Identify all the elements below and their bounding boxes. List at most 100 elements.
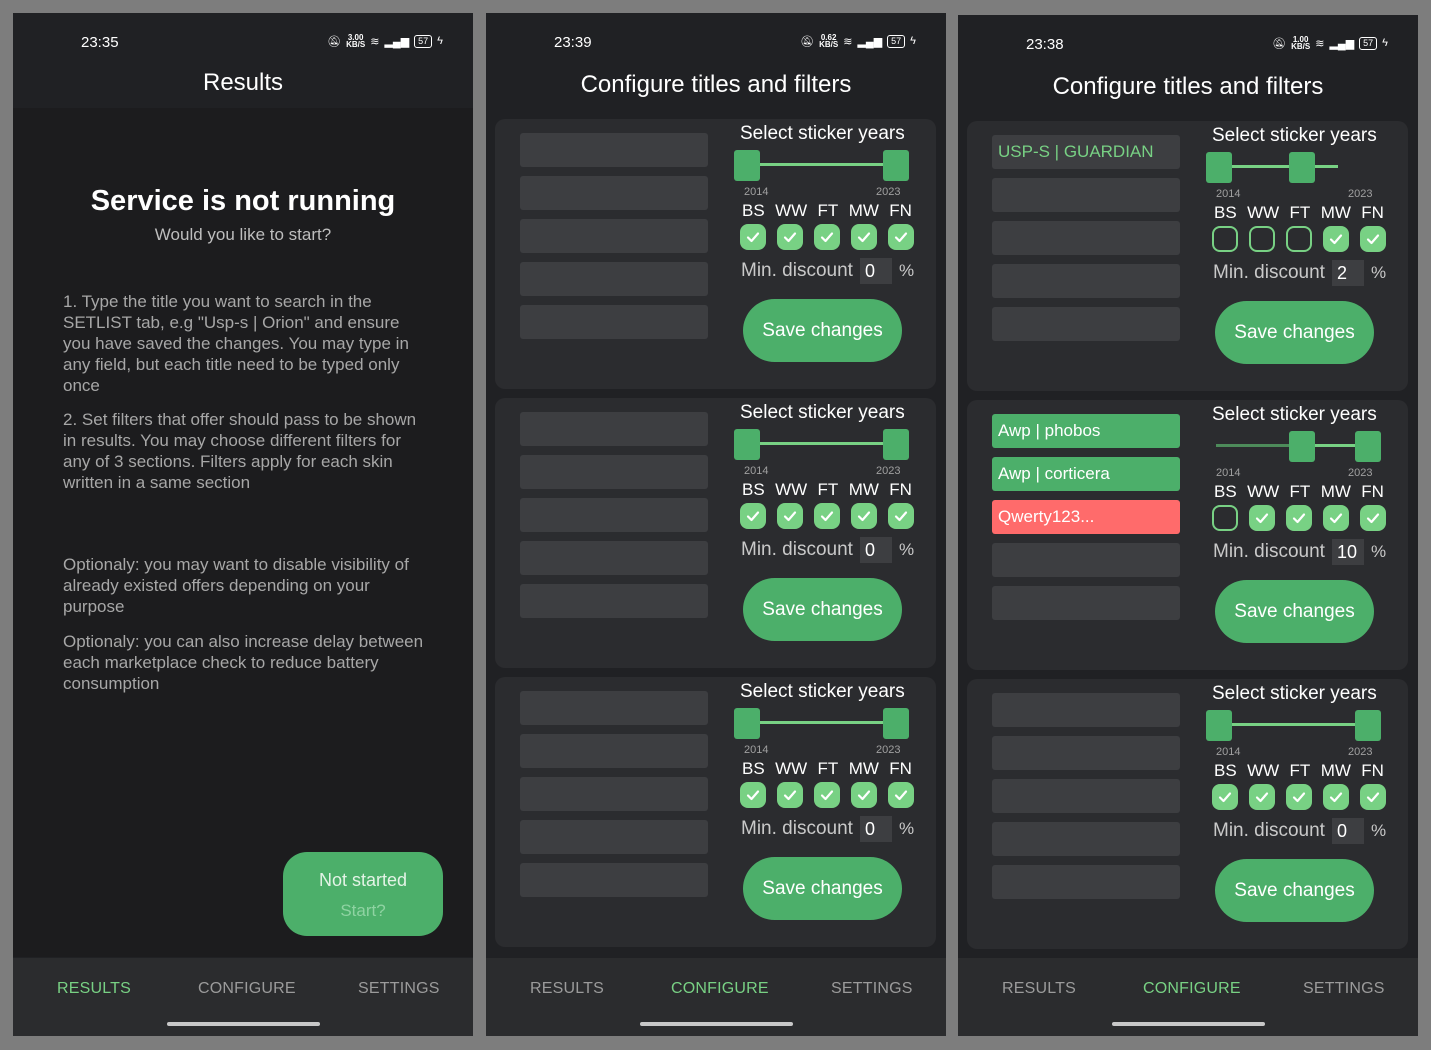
title-field[interactable] — [992, 221, 1180, 255]
tab-settings[interactable]: SETTINGS — [358, 980, 440, 998]
condition-checkbox-mw[interactable] — [1323, 226, 1349, 252]
title-field[interactable] — [992, 736, 1180, 770]
start-service-button[interactable]: Not started Start? — [283, 852, 443, 936]
title-field[interactable] — [520, 584, 708, 618]
title-field[interactable]: USP-S | GUARDIAN — [992, 135, 1180, 169]
title-field[interactable] — [992, 586, 1180, 620]
min-discount-input[interactable]: 10 — [1332, 539, 1364, 565]
title-field[interactable] — [992, 543, 1180, 577]
save-changes-button[interactable]: Save changes — [1215, 301, 1374, 364]
sticker-year-slider[interactable] — [734, 147, 909, 183]
condition-checkbox-fn[interactable] — [888, 503, 914, 529]
sticker-year-slider[interactable] — [734, 426, 909, 462]
title-field[interactable] — [520, 219, 708, 253]
title-field[interactable] — [520, 305, 708, 339]
min-discount-input[interactable]: 0 — [860, 258, 892, 284]
condition-checkbox-bs[interactable] — [740, 503, 766, 529]
tab-results[interactable]: RESULTS — [57, 980, 131, 998]
title-field[interactable] — [520, 498, 708, 532]
slider-handle-min[interactable] — [734, 150, 760, 181]
condition-checkbox-mw[interactable] — [851, 782, 877, 808]
title-field[interactable] — [992, 307, 1180, 341]
tab-settings[interactable]: SETTINGS — [1303, 980, 1385, 998]
title-field[interactable] — [520, 734, 708, 768]
condition-checkbox-mw[interactable] — [1323, 505, 1349, 531]
condition-checkbox-ww[interactable] — [777, 224, 803, 250]
condition-checkbox-fn[interactable] — [1360, 226, 1386, 252]
sticker-year-slider[interactable] — [1206, 149, 1381, 185]
slider-handle-min[interactable] — [1206, 152, 1232, 183]
save-changes-button[interactable]: Save changes — [743, 299, 902, 362]
title-field[interactable] — [992, 178, 1180, 212]
condition-checkbox-fn[interactable] — [888, 782, 914, 808]
save-changes-button[interactable]: Save changes — [743, 857, 902, 920]
slider-handle-min[interactable] — [734, 429, 760, 460]
slider-handle-max[interactable] — [883, 708, 909, 739]
title-field[interactable] — [520, 262, 708, 296]
condition-checkbox-mw[interactable] — [851, 224, 877, 250]
title-field[interactable] — [520, 820, 708, 854]
condition-checkbox-bs[interactable] — [1212, 784, 1238, 810]
min-discount-input[interactable]: 0 — [1332, 818, 1364, 844]
condition-checkbox-fn[interactable] — [1360, 784, 1386, 810]
title-field[interactable] — [520, 176, 708, 210]
title-field[interactable] — [992, 264, 1180, 298]
condition-checkbox-ww[interactable] — [1249, 784, 1275, 810]
slider-handle-max[interactable] — [883, 429, 909, 460]
slider-handle-max[interactable] — [1355, 710, 1381, 741]
title-field[interactable] — [520, 541, 708, 575]
title-field[interactable] — [520, 133, 708, 167]
tab-results[interactable]: RESULTS — [1002, 980, 1076, 998]
slider-handle-min[interactable] — [1289, 431, 1315, 462]
sticker-year-slider[interactable] — [734, 705, 909, 741]
title-field[interactable] — [520, 691, 708, 725]
condition-checkbox-mw[interactable] — [1323, 784, 1349, 810]
title-field[interactable] — [992, 779, 1180, 813]
title-field[interactable] — [992, 865, 1180, 899]
title-field[interactable] — [992, 693, 1180, 727]
title-field[interactable] — [520, 863, 708, 897]
condition-checkbox-ft[interactable] — [814, 503, 840, 529]
title-field[interactable]: Awp | corticera — [992, 457, 1180, 491]
condition-checkbox-bs[interactable] — [1212, 226, 1238, 252]
title-field[interactable]: Awp | phobos — [992, 414, 1180, 448]
condition-checkbox-fn[interactable] — [1360, 505, 1386, 531]
min-discount-input[interactable]: 2 — [1332, 260, 1364, 286]
condition-checkbox-ft[interactable] — [814, 224, 840, 250]
condition-checkbox-bs[interactable] — [1212, 505, 1238, 531]
condition-checkbox-ft[interactable] — [1286, 505, 1312, 531]
tab-configure[interactable]: CONFIGURE — [1143, 980, 1241, 998]
condition-checkbox-ww[interactable] — [1249, 505, 1275, 531]
tab-settings[interactable]: SETTINGS — [831, 980, 913, 998]
sticker-year-slider[interactable] — [1206, 428, 1381, 464]
condition-checkbox-ft[interactable] — [1286, 226, 1312, 252]
title-field[interactable] — [520, 455, 708, 489]
sticker-year-slider[interactable] — [1206, 707, 1381, 743]
title-field[interactable] — [520, 777, 708, 811]
condition-checkbox-ww[interactable] — [777, 503, 803, 529]
condition-checkbox-fn[interactable] — [888, 224, 914, 250]
min-discount-input[interactable]: 0 — [860, 537, 892, 563]
save-changes-button[interactable]: Save changes — [1215, 859, 1374, 922]
condition-checkbox-ft[interactable] — [814, 782, 840, 808]
title-field[interactable] — [992, 822, 1180, 856]
slider-handle-min[interactable] — [734, 708, 760, 739]
tab-configure[interactable]: CONFIGURE — [671, 980, 769, 998]
tab-configure[interactable]: CONFIGURE — [198, 980, 296, 998]
min-discount-input[interactable]: 0 — [860, 816, 892, 842]
title-field[interactable] — [520, 412, 708, 446]
condition-checkbox-bs[interactable] — [740, 224, 766, 250]
condition-checkbox-ww[interactable] — [1249, 226, 1275, 252]
save-changes-button[interactable]: Save changes — [743, 578, 902, 641]
tab-results[interactable]: RESULTS — [530, 980, 604, 998]
title-field[interactable]: Qwerty123... — [992, 500, 1180, 534]
save-changes-button[interactable]: Save changes — [1215, 580, 1374, 643]
condition-checkbox-ww[interactable] — [777, 782, 803, 808]
slider-handle-max[interactable] — [883, 150, 909, 181]
condition-checkbox-bs[interactable] — [740, 782, 766, 808]
slider-handle-max[interactable] — [1355, 431, 1381, 462]
condition-checkbox-ft[interactable] — [1286, 784, 1312, 810]
slider-handle-max[interactable] — [1289, 152, 1315, 183]
slider-handle-min[interactable] — [1206, 710, 1232, 741]
condition-checkbox-mw[interactable] — [851, 503, 877, 529]
